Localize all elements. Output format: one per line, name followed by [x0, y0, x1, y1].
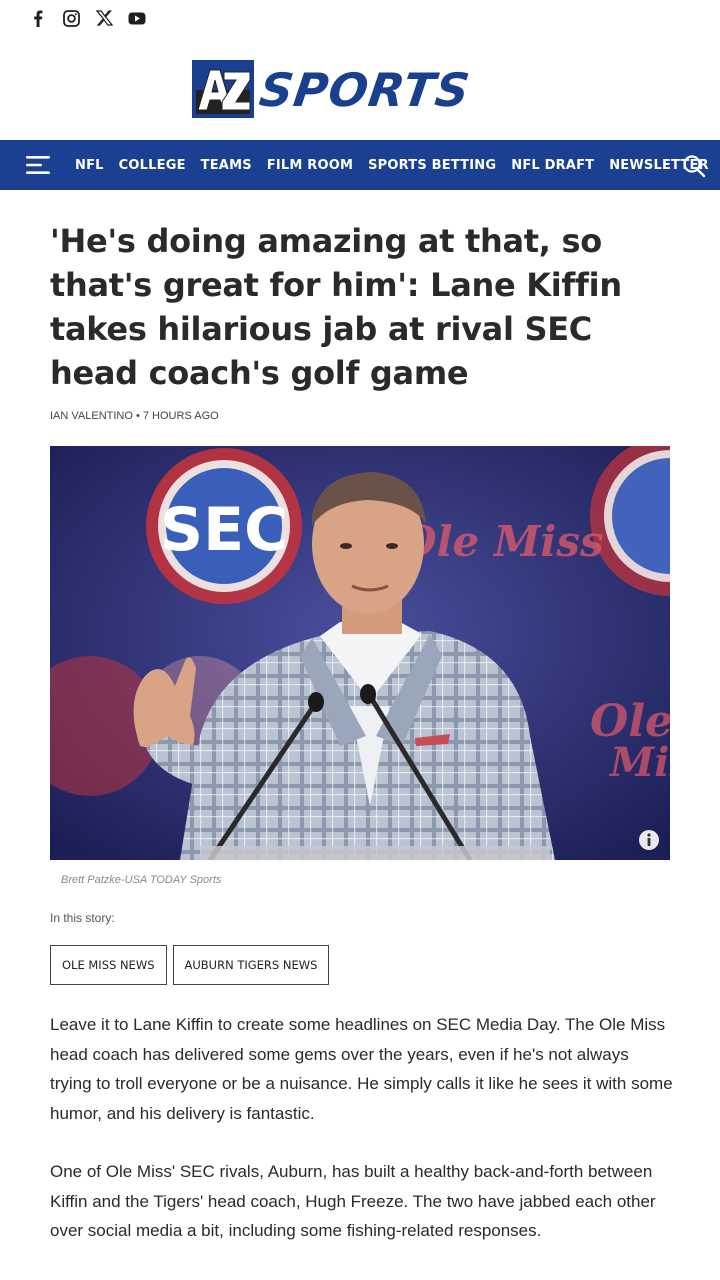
tag-auburn-tigers-news[interactable]: AUBURN TIGERS NEWS	[172, 945, 330, 985]
svg-text:Ole Miss: Ole Miss	[400, 517, 604, 566]
x-icon[interactable]	[94, 8, 114, 28]
image-caption: Brett Patzke-USA TODAY Sports	[61, 874, 222, 886]
nav-link-nfl[interactable]: NFL	[75, 158, 104, 173]
main-navbar: NFL COLLEGE TEAMS FILM ROOM SPORTS BETTI…	[0, 140, 720, 190]
tag-ole-miss-news[interactable]: OLE MISS NEWS	[50, 945, 167, 985]
nav-link-teams[interactable]: TEAMS	[201, 158, 252, 173]
story-tags: OLE MISS NEWS AUBURN TIGERS NEWS	[50, 945, 330, 985]
nav-links: NFL COLLEGE TEAMS FILM ROOM SPORTS BETTI…	[75, 140, 709, 190]
logo-sports-text: SPORTS	[256, 63, 474, 117]
nav-link-sports-betting[interactable]: SPORTS BETTING	[368, 158, 496, 173]
sec-logo-background: SEC	[146, 448, 302, 604]
instagram-icon[interactable]	[61, 8, 81, 28]
svg-text:SEC: SEC	[160, 495, 288, 565]
az-logo-icon	[192, 60, 254, 118]
article-hero-image: SEC Ole Miss Ole Miss	[50, 446, 670, 860]
nav-link-college[interactable]: COLLEGE	[119, 158, 186, 173]
article-paragraph: Leave it to Lane Kiffin to create some h…	[50, 1015, 673, 1123]
image-info-icon[interactable]	[639, 830, 659, 850]
article-headline: 'He's doing amazing at that, so that's g…	[50, 222, 622, 392]
social-links	[28, 8, 147, 28]
in-this-story-label: In this story:	[50, 911, 115, 925]
hamburger-menu-icon[interactable]	[26, 154, 50, 176]
nav-link-film-room[interactable]: FILM ROOM	[267, 158, 353, 173]
article-byline[interactable]: IAN VALENTINO • 7 HOURS AGO	[50, 410, 219, 422]
facebook-icon[interactable]	[28, 8, 48, 28]
nav-link-nfl-draft[interactable]: NFL DRAFT	[511, 158, 594, 173]
svg-text:Miss: Miss	[608, 739, 670, 786]
article-paragraph: One of Ole Miss' SEC rivals, Auburn, has…	[50, 1162, 656, 1240]
site-logo[interactable]: SPORTS	[192, 60, 528, 120]
search-icon[interactable]	[682, 154, 706, 178]
youtube-icon[interactable]	[127, 8, 147, 28]
